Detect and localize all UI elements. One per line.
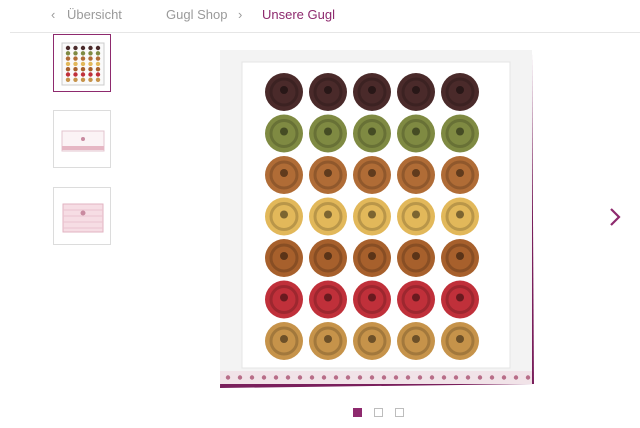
gugl-cake <box>441 280 479 319</box>
breadcrumb-shop-link[interactable]: Gugl Shop <box>166 7 227 22</box>
gugl-cake <box>353 156 391 194</box>
gugl-box-closed-top-thumb-image <box>62 203 104 233</box>
gugl-cake <box>397 322 435 360</box>
next-image-button[interactable] <box>606 205 624 229</box>
breadcrumb-current: Unsere Gugl <box>262 7 335 22</box>
gugl-box-open-thumb-image <box>61 42 105 86</box>
gugl-cake <box>397 280 435 319</box>
chevron-right-icon <box>610 208 621 226</box>
gugl-cake <box>397 114 435 153</box>
gugl-cake <box>265 73 303 111</box>
thumbnail-1[interactable] <box>53 34 111 92</box>
gugl-cake <box>441 73 479 111</box>
gugl-cake <box>309 114 347 153</box>
slide-dot-3[interactable] <box>395 408 404 417</box>
gugl-cake <box>309 156 347 194</box>
gugl-cake <box>353 197 391 236</box>
gugl-cake <box>441 239 479 277</box>
gugl-cake <box>265 197 303 236</box>
gugl-cake <box>441 322 479 360</box>
gugl-cake <box>441 156 479 194</box>
gugl-cake <box>353 322 391 360</box>
gugl-cake <box>353 73 391 111</box>
gugl-cake <box>309 239 347 277</box>
gugl-cake <box>353 239 391 277</box>
gugl-cake <box>353 280 391 319</box>
gugl-cake <box>397 156 435 194</box>
gugl-cake <box>397 73 435 111</box>
gugl-cake <box>353 114 391 153</box>
slide-dot-1[interactable] <box>353 408 362 417</box>
gugl-cake <box>309 197 347 236</box>
gugl-cake <box>265 156 303 194</box>
divider <box>10 32 640 33</box>
product-main-image <box>218 46 536 390</box>
gugl-cake <box>309 280 347 319</box>
gugl-cake <box>265 280 303 319</box>
chevron-right-icon: › <box>238 7 243 22</box>
gugl-cake <box>265 322 303 360</box>
gugl-cake <box>309 73 347 111</box>
gugl-cake <box>265 239 303 277</box>
gugl-cake <box>441 197 479 236</box>
breadcrumb: ‹ Übersicht Gugl Shop › Unsere Gugl <box>0 0 640 33</box>
chevron-left-icon[interactable]: ‹ <box>51 7 55 22</box>
slide-dot-2[interactable] <box>374 408 383 417</box>
thumbnail-3[interactable] <box>53 187 111 245</box>
breadcrumb-overview-link[interactable]: Übersicht <box>67 7 122 22</box>
thumbnail-2[interactable] <box>53 110 111 168</box>
gugl-cake <box>309 322 347 360</box>
gugl-cake <box>397 197 435 236</box>
gugl-box-closed-front-thumb-image <box>61 130 105 152</box>
gugl-cake <box>441 114 479 153</box>
gugl-cake <box>397 239 435 277</box>
gugl-cake <box>265 114 303 153</box>
